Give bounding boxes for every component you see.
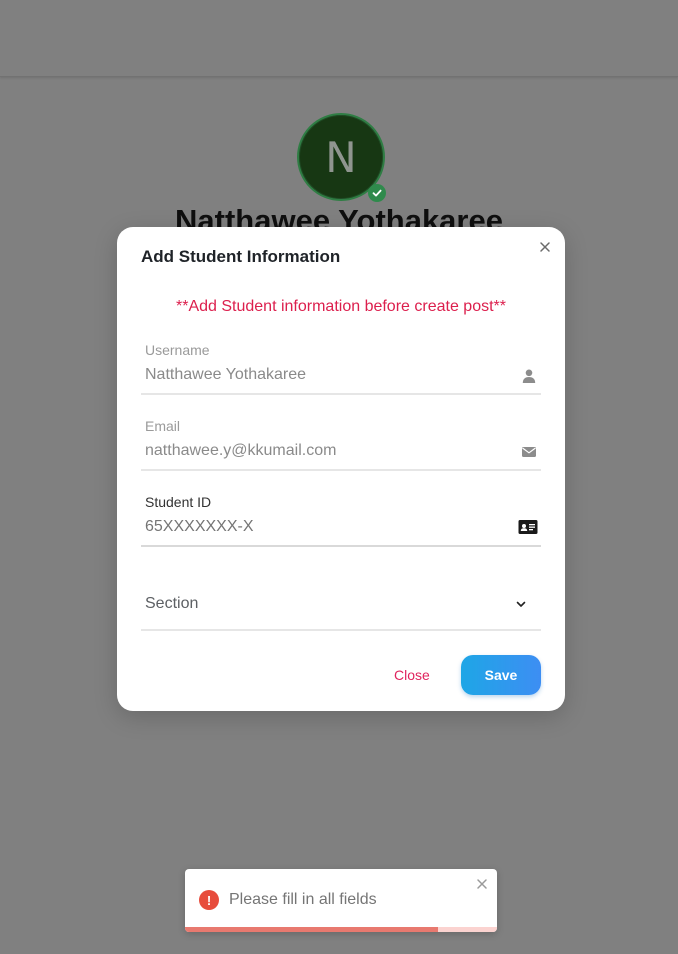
student-id-input[interactable] <box>145 518 505 536</box>
email-field: Email natthawee.y@kkumail.com <box>141 418 541 471</box>
close-icon[interactable] <box>537 239 553 255</box>
error-icon: ! <box>199 890 219 910</box>
close-button[interactable]: Close <box>394 667 430 683</box>
toast-progress-fill <box>185 927 438 932</box>
section-select[interactable]: Section <box>141 588 541 631</box>
id-card-icon <box>518 519 538 535</box>
section-placeholder: Section <box>145 595 199 612</box>
add-student-modal: Add Student Information **Add Student in… <box>117 227 565 711</box>
warning-message: **Add Student information before create … <box>176 298 506 315</box>
verified-check-icon <box>368 184 386 202</box>
toast-message: Please fill in all fields <box>229 891 377 908</box>
avatar-letter: N <box>325 132 357 182</box>
top-navbar <box>0 0 678 77</box>
email-label: Email <box>145 418 181 434</box>
user-icon <box>521 368 537 384</box>
username-field: Username Natthawee Yothakaree <box>141 342 541 395</box>
toast-progress-bar <box>185 927 497 932</box>
chevron-down-icon <box>515 597 527 609</box>
envelope-icon <box>521 444 537 460</box>
email-value: natthawee.y@kkumail.com <box>145 442 337 459</box>
username-label: Username <box>145 342 210 358</box>
student-id-field[interactable]: Student ID <box>141 494 541 547</box>
student-id-label: Student ID <box>145 494 212 510</box>
error-toast: ! Please fill in all fields <box>185 869 497 932</box>
toast-close-icon[interactable] <box>476 877 488 889</box>
username-value: Natthawee Yothakaree <box>145 366 307 383</box>
save-button[interactable]: Save <box>461 655 541 695</box>
modal-title: Add Student Information <box>141 247 341 266</box>
